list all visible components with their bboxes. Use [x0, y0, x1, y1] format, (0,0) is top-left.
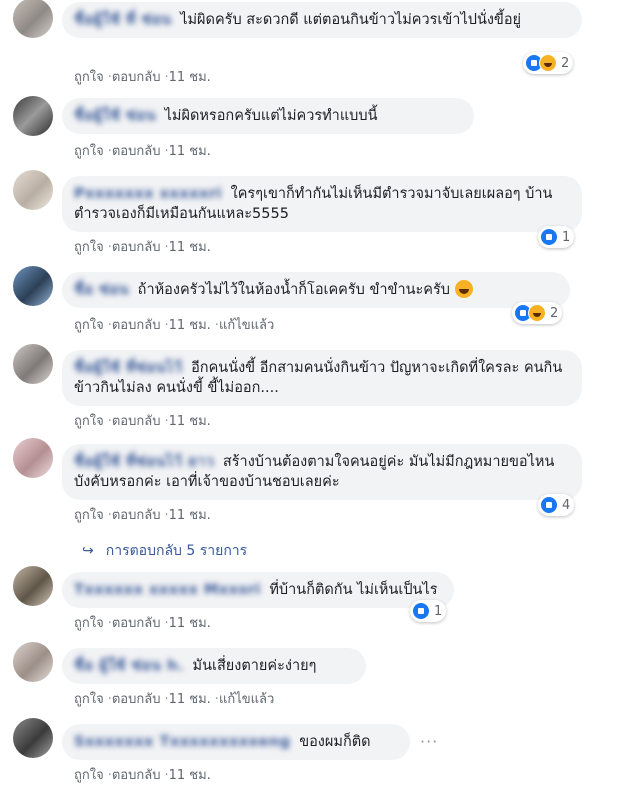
comment-author[interactable]: ชื่อผู้ใช้ ที่ซ่อนไว้ ยาว — [74, 452, 214, 472]
timestamp[interactable]: 11 ชม. — [169, 508, 211, 523]
edited-label[interactable]: แก้ไขแล้ว — [219, 318, 274, 333]
avatar[interactable] — [13, 566, 53, 606]
comment-text: ที่บ้านก็ติดกัน ไม่เห็นเป็นไร — [269, 582, 438, 598]
reaction-count: 2 — [561, 55, 570, 71]
like-icon — [412, 602, 430, 620]
timestamp[interactable]: 11 ชม. — [169, 144, 211, 159]
reaction-count: 4 — [562, 497, 571, 513]
avatar[interactable] — [13, 170, 53, 210]
comment-bubble: ชื่อผู้ใช้ ที่ซ่อนไว้ อีกคนนั่งขี้ อีกสา… — [62, 350, 582, 406]
avatar[interactable] — [13, 266, 53, 306]
avatar[interactable] — [13, 96, 53, 136]
timestamp[interactable]: 11 ชม. — [169, 768, 211, 783]
reply-arrow-icon: ↪ — [82, 543, 94, 559]
reply-link[interactable]: ตอบกลับ — [112, 414, 161, 429]
timestamp[interactable]: 11 ชม. — [169, 70, 211, 85]
avatar[interactable] — [13, 438, 53, 478]
comment-actions: ถูกใจ ·ตอบกลับ ·11 ชม. — [74, 768, 211, 783]
grinning-emoji-icon — [454, 280, 473, 298]
reply-link[interactable]: ตอบกลับ — [112, 318, 161, 333]
comment-text: มันเสี่ยงตายค่ะง่ายๆ — [192, 658, 317, 674]
reaction-summary[interactable]: 1 — [538, 226, 575, 248]
comment-bubble: ชื่อผู้ใช้ ซ่อน ไม่ผิดหรอกครับแต่ไม่ควรท… — [62, 98, 474, 134]
reply-link[interactable]: ตอบกลับ — [112, 508, 161, 523]
comment-actions: ถูกใจ ·ตอบกลับ ·11 ชม. — [74, 508, 211, 523]
reaction-summary[interactable]: 1 — [410, 600, 447, 622]
comment-bubble: ชื่อ ผู้ใช้ ซ่อน h. มันเสี่ยงตายค่ะง่ายๆ — [62, 648, 366, 684]
reply-link[interactable]: ตอบกลับ — [112, 692, 161, 707]
reply-link[interactable]: ตอบกลับ — [112, 616, 161, 631]
reaction-summary[interactable]: 2 — [512, 302, 563, 324]
comment-actions: ถูกใจ ·ตอบกลับ ·11 ชม. ·แก้ไขแล้ว — [74, 318, 275, 333]
comment-actions: ถูกใจ ·ตอบกลับ ·11 ชม. — [74, 144, 211, 159]
comment-text: ไม่ผิดหรอกครับแต่ไม่ควรทำแบบนี้ — [164, 108, 378, 124]
comment-text: ไม่ผิดครับ สะดวกดี แต่ตอนกินข้าวไม่ควรเข… — [180, 12, 522, 28]
view-replies-link[interactable]: ↪ การตอบกลับ 5 รายการ — [82, 540, 247, 562]
timestamp[interactable]: 11 ชม. — [169, 616, 211, 631]
comment-bubble: Sxxxxxxx Txxxxxxxxxeng ของผมก็ติด — [62, 724, 410, 760]
comment-bubble: ชื่อผู้ใช้ ที่ ซ่อน ไม่ผิดครับ สะดวกดี แ… — [62, 2, 582, 38]
like-link[interactable]: ถูกใจ — [74, 768, 104, 783]
timestamp[interactable]: 11 ชม. — [169, 318, 211, 333]
comment-actions: ถูกใจ ·ตอบกลับ ·11 ชม. — [74, 240, 211, 255]
avatar[interactable] — [13, 642, 53, 682]
like-link[interactable]: ถูกใจ — [74, 692, 104, 707]
avatar[interactable] — [13, 0, 53, 38]
reaction-summary[interactable]: 2 — [523, 52, 574, 74]
like-icon — [540, 228, 558, 246]
comment-author[interactable]: Pxxxxxxx xxxxxri — [74, 184, 222, 204]
comment-author[interactable]: ชื่อผู้ใช้ ที่ซ่อนไว้ — [74, 358, 182, 378]
haha-icon — [528, 304, 546, 322]
comment-actions: ถูกใจ ·ตอบกลับ ·11 ชม. ·แก้ไขแล้ว — [74, 692, 275, 707]
reaction-count: 1 — [562, 229, 571, 245]
reaction-summary[interactable]: 4 — [538, 494, 575, 516]
comment-actions: ถูกใจ ·ตอบกลับ ·11 ชม. — [74, 616, 211, 631]
avatar[interactable] — [13, 344, 53, 384]
comment-actions: ถูกใจ ·ตอบกลับ ·11 ชม. — [74, 414, 211, 429]
replies-count-label[interactable]: การตอบกลับ 5 รายการ — [106, 543, 247, 559]
haha-icon — [539, 54, 557, 72]
comment-text: ถ้าห้องครัวไม่ไว้ในห้องน้ำก็โอเคครับ ขำข… — [137, 282, 450, 298]
comment-text: ของผมก็ติด — [299, 734, 371, 750]
like-icon — [540, 496, 558, 514]
timestamp[interactable]: 11 ชม. — [169, 692, 211, 707]
reply-link[interactable]: ตอบกลับ — [112, 768, 161, 783]
like-link[interactable]: ถูกใจ — [74, 240, 104, 255]
edited-label[interactable]: แก้ไขแล้ว — [219, 692, 274, 707]
comment-actions: ถูกใจ ·ตอบกลับ ·11 ชม. — [74, 70, 211, 85]
like-link[interactable]: ถูกใจ — [74, 318, 104, 333]
avatar[interactable] — [13, 718, 53, 758]
timestamp[interactable]: 11 ชม. — [169, 240, 211, 255]
comment-author[interactable]: ชื่อผู้ใช้ ที่ ซ่อน — [74, 10, 172, 30]
comment-author[interactable]: ชื่อ ผู้ใช้ ซ่อน h. — [74, 656, 184, 676]
more-options-icon[interactable]: ··· — [420, 732, 438, 751]
like-link[interactable]: ถูกใจ — [74, 70, 104, 85]
reaction-count: 1 — [434, 603, 443, 619]
comment-author[interactable]: ชื่อผู้ใช้ ซ่อน — [74, 106, 156, 126]
comment-bubble: ชื่อผู้ใช้ ที่ซ่อนไว้ ยาว สร้างบ้านต้องต… — [62, 444, 582, 500]
comment-bubble: ชื่อ ซ่อน ถ้าห้องครัวไม่ไว้ในห้องน้ำก็โอ… — [62, 272, 570, 308]
comment-bubble: Txxxxxx xxxxx Mxxsri ที่บ้านก็ติดกัน ไม่… — [62, 572, 454, 608]
like-link[interactable]: ถูกใจ — [74, 508, 104, 523]
reply-link[interactable]: ตอบกลับ — [112, 144, 161, 159]
timestamp[interactable]: 11 ชม. — [169, 414, 211, 429]
like-link[interactable]: ถูกใจ — [74, 616, 104, 631]
like-link[interactable]: ถูกใจ — [74, 144, 104, 159]
reply-link[interactable]: ตอบกลับ — [112, 240, 161, 255]
reply-link[interactable]: ตอบกลับ — [112, 70, 161, 85]
comment-author[interactable]: Sxxxxxxx Txxxxxxxxxeng — [74, 732, 291, 752]
comment-author[interactable]: Txxxxxx xxxxx Mxxsri — [74, 580, 261, 600]
like-link[interactable]: ถูกใจ — [74, 414, 104, 429]
comment-bubble: Pxxxxxxx xxxxxri ใครๆเขาก็ทำกันไม่เห็นมี… — [62, 176, 582, 232]
reaction-count: 2 — [550, 305, 559, 321]
comment-author[interactable]: ชื่อ ซ่อน — [74, 280, 129, 300]
